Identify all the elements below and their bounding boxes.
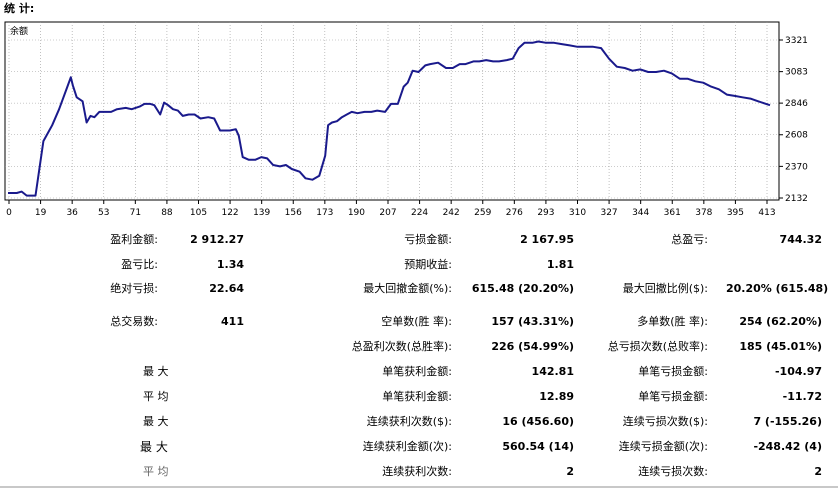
max-drawdown-value: 615.48 (20.20%) xyxy=(471,282,574,295)
max-row-label: 最 大 xyxy=(143,365,169,378)
y-axis: 3321 3083 2846 2608 2370 2132 xyxy=(779,36,808,204)
x-tick-label: 88 xyxy=(161,208,173,218)
avg-row-label: 平 均 xyxy=(143,390,169,403)
y-tick-label: 2846 xyxy=(785,99,808,109)
x-axis: 0 19 36 53 71 88 105 122 139 156 173 190 207 224 242 25… xyxy=(6,200,776,218)
loss-trades-value: 185 (45.01%) xyxy=(739,340,822,353)
max-consec-losses-value: 7 (-155.26) xyxy=(753,415,822,428)
statistics-table: 盈利金额: 2 912.27 亏损金额: 2 167.95 总盈亏: 744.3… xyxy=(0,226,838,488)
loss-trades-label: 总亏损次数(总败率): xyxy=(607,340,708,353)
x-tick-label: 242 xyxy=(443,208,460,218)
avg-consec-wins-value: 2 xyxy=(566,465,574,478)
x-tick-label: 156 xyxy=(285,208,302,218)
page-title: 统 计: xyxy=(4,2,35,15)
max-consec-losses-label: 连续亏损次数($): xyxy=(622,415,708,428)
max-consec-profit-label: 连续获利金额(次): xyxy=(362,440,452,453)
avg-loss-label: 单笔亏损金额: xyxy=(638,390,708,403)
max-consec-loss-value: -248.42 (4) xyxy=(753,440,822,453)
short-positions-value: 157 (43.31%) xyxy=(491,315,574,328)
rel-drawdown-value: 20.20% (615.48) xyxy=(726,282,829,295)
y-tick-label: 2608 xyxy=(785,131,808,141)
x-tick-label: 259 xyxy=(474,208,491,218)
avg-consec-row-label: 平 均 xyxy=(143,465,169,478)
avg-consec-losses-value: 2 xyxy=(814,465,822,478)
avg-loss-value: -11.72 xyxy=(782,390,822,403)
gross-profit-value: 2 912.27 xyxy=(190,233,244,246)
max-drawdown-label: 最大回撤金额(%): xyxy=(363,282,452,295)
largest-loss-value: -104.97 xyxy=(774,365,822,378)
total-trades-label: 总交易数: xyxy=(110,315,158,328)
avg-profit-value: 12.89 xyxy=(539,390,574,403)
abs-drawdown-value: 22.64 xyxy=(209,282,244,295)
x-tick-label: 0 xyxy=(6,208,12,218)
x-tick-label: 105 xyxy=(190,208,207,218)
y-tick-label: 3321 xyxy=(785,36,808,46)
x-tick-label: 378 xyxy=(695,208,712,218)
long-positions-label: 多单数(胜 率): xyxy=(637,315,708,328)
expected-payoff-value: 1.81 xyxy=(546,258,574,271)
series-label: 余额 xyxy=(10,25,28,37)
x-tick-label: 207 xyxy=(379,208,396,218)
max-consec-loss-label: 连续亏损金额(次): xyxy=(618,440,708,453)
gross-loss-label: 亏损金额: xyxy=(404,233,452,246)
x-tick-label: 139 xyxy=(253,208,270,218)
balance-chart-svg: 余额 3321 3083 2846 2608 2370 2132 0 19 36 53 71 88 1… xyxy=(4,21,808,218)
x-tick-label: 293 xyxy=(537,208,554,218)
x-tick-label: 224 xyxy=(411,208,428,218)
x-tick-label: 190 xyxy=(348,208,365,218)
x-tick-label: 53 xyxy=(98,208,109,218)
avg-profit-label: 单笔获利金额: xyxy=(382,390,452,403)
avg-consec-losses-label: 连续亏损次数: xyxy=(638,465,708,478)
y-tick-label: 2132 xyxy=(785,194,808,204)
max-consec-wins-value: 16 (456.60) xyxy=(502,415,574,428)
x-tick-label: 310 xyxy=(569,208,586,218)
balance-chart: 余额 3321 3083 2846 2608 2370 2132 0 19 36 53 71 88 1… xyxy=(0,18,838,220)
y-tick-label: 3083 xyxy=(785,68,808,78)
largest-profit-value: 142.81 xyxy=(531,365,574,378)
x-tick-label: 36 xyxy=(66,208,78,218)
x-tick-label: 327 xyxy=(600,208,617,218)
max-consec-amount-row-label: 最 大 xyxy=(140,440,168,454)
abs-drawdown-label: 绝对亏损: xyxy=(110,282,158,295)
total-net-value: 744.32 xyxy=(779,233,822,246)
x-tick-label: 344 xyxy=(632,208,649,218)
x-tick-label: 122 xyxy=(221,208,238,218)
x-tick-label: 413 xyxy=(758,208,775,218)
largest-profit-label: 单笔获利金额: xyxy=(382,365,452,378)
gross-loss-value: 2 167.95 xyxy=(520,233,574,246)
long-positions-value: 254 (62.20%) xyxy=(739,315,822,328)
y-tick-label: 2370 xyxy=(785,162,808,172)
max-consec-profit-value: 560.54 (14) xyxy=(502,440,574,453)
short-positions-label: 空单数(胜 率): xyxy=(381,315,452,328)
x-tick-label: 395 xyxy=(727,208,744,218)
profit-trades-value: 226 (54.99%) xyxy=(491,340,574,353)
gross-profit-label: 盈利金额: xyxy=(110,233,158,246)
profit-trades-label: 总盈利次数(总胜率): xyxy=(351,340,452,353)
rel-drawdown-label: 最大回撤比例($): xyxy=(622,282,708,295)
x-tick-label: 71 xyxy=(130,208,141,218)
total-net-label: 总盈亏: xyxy=(671,233,708,246)
profit-factor-label: 盈亏比: xyxy=(121,258,158,271)
x-tick-label: 173 xyxy=(316,208,333,218)
x-tick-label: 361 xyxy=(664,208,681,218)
avg-consec-wins-label: 连续获利次数: xyxy=(382,465,452,478)
expected-payoff-label: 预期收益: xyxy=(404,258,452,271)
max-consec-row-label: 最 大 xyxy=(143,415,169,428)
x-tick-label: 19 xyxy=(35,208,47,218)
max-consec-wins-label: 连续获利次数($): xyxy=(366,415,452,428)
total-trades-value: 411 xyxy=(221,315,244,328)
largest-loss-label: 单笔亏损金额: xyxy=(638,365,708,378)
profit-factor-value: 1.34 xyxy=(216,258,244,271)
x-tick-label: 276 xyxy=(506,208,523,218)
plot-frame xyxy=(4,21,780,201)
